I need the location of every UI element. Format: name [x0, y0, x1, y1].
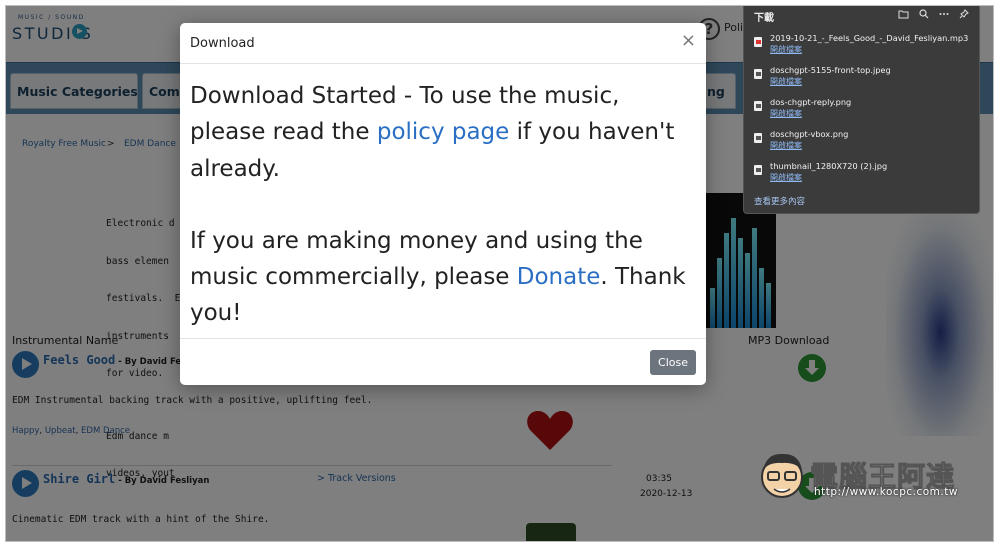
open-file-link[interactable]: 開啟檔案 — [770, 76, 802, 87]
file-icon — [754, 133, 762, 143]
download-filename: doschgpt-vbox.png — [770, 129, 849, 139]
donate-message: If you are making money and using the mu… — [190, 223, 690, 332]
watermark-url: http://www.kocpc.com.tw — [814, 486, 958, 498]
open-file-link[interactable]: 開啟檔案 — [770, 172, 802, 183]
open-file-link[interactable]: 開啟檔案 — [770, 140, 802, 151]
browser-viewport: MUSIC / SOUND STUDI S ? Poli Music Categ… — [5, 5, 994, 542]
open-file-link[interactable]: 開啟檔案 — [770, 44, 802, 55]
download-started-message: Download Started - To use the music, ple… — [190, 78, 690, 187]
file-icon — [754, 37, 762, 47]
download-filename: thumbnail_1280X720 (2).jpg — [770, 161, 888, 171]
donate-link[interactable]: Donate — [517, 264, 601, 290]
modal-title: Download — [190, 36, 255, 51]
more-icon[interactable] — [939, 9, 949, 19]
folder-icon[interactable] — [898, 9, 909, 19]
file-icon — [754, 69, 762, 79]
modal-footer: Close — [180, 338, 706, 385]
file-icon — [754, 165, 762, 175]
close-button[interactable]: Close — [650, 350, 696, 375]
show-more-downloads-link[interactable]: 查看更多內容 — [754, 195, 805, 207]
download-filename: 2019-10-21_-_Feels_Good_-_David_Fesliyan… — [770, 33, 969, 43]
search-icon[interactable] — [919, 9, 929, 19]
downloads-title: 下載 — [754, 13, 774, 24]
modal-body: Download Started - To use the music, ple… — [190, 78, 690, 332]
policy-page-link[interactable]: policy page — [377, 119, 509, 145]
modal-header: Download × — [180, 23, 706, 64]
watermark-mascot-icon — [761, 453, 803, 498]
close-icon[interactable]: × — [681, 32, 696, 50]
pin-icon[interactable] — [959, 9, 969, 19]
downloads-toolbar — [898, 7, 969, 20]
download-filename: dos-chgpt-reply.png — [770, 97, 852, 107]
download-filename: doschgpt-5155-front-top.jpeg — [770, 65, 891, 75]
download-modal: Download × Download Started - To use the… — [180, 23, 706, 385]
downloads-panel: 下載 2019-10-21_-_Feels_Good_-_David_Fesli… — [743, 6, 980, 214]
file-icon — [754, 101, 762, 111]
open-file-link[interactable]: 開啟檔案 — [770, 108, 802, 119]
